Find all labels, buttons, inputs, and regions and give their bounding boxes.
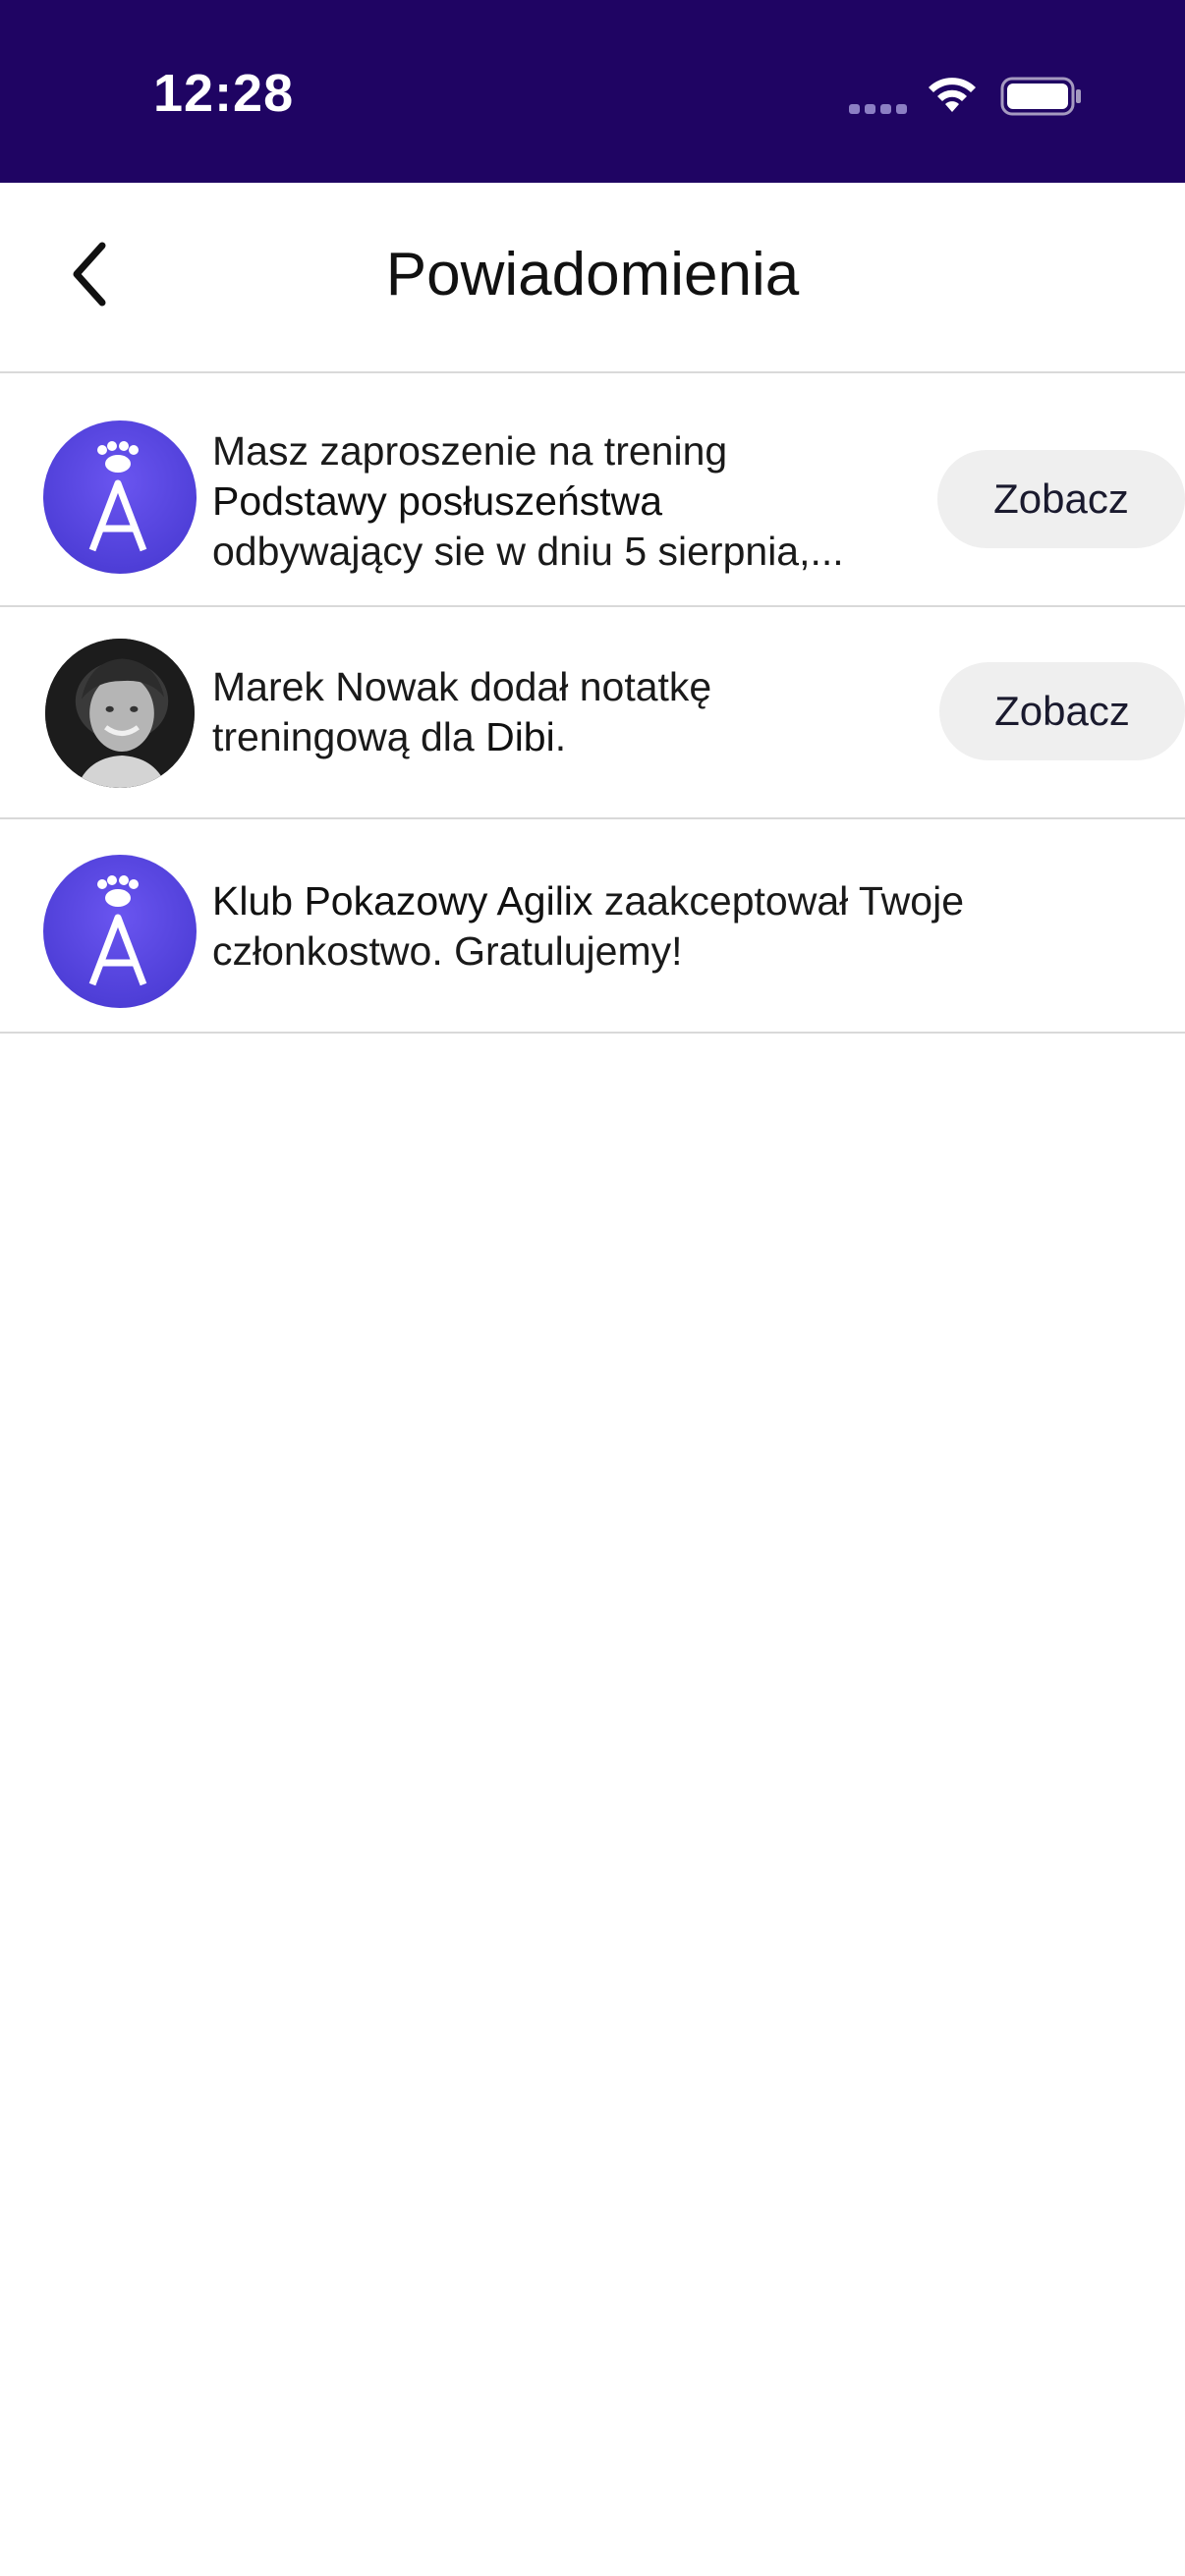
notification-text-part: . (554, 714, 567, 759)
notification-text-part: treningową dla (212, 714, 475, 759)
wifi-icon (929, 78, 976, 112)
notification-line: treningową dla Dibi. (212, 712, 711, 762)
notification-list: Masz zaproszenie na trening Podstawy pos… (0, 373, 1185, 1034)
notification-item[interactable]: Klub Pokazowy Agilix zaakceptował Twoje … (0, 819, 1185, 1034)
training-name: Podstawy posłuszeństwa (212, 478, 663, 524)
brand-logo-avatar (43, 855, 197, 1008)
battery-icon (1000, 77, 1081, 116)
dog-name: Dibi (485, 714, 555, 759)
user-photo-icon (45, 639, 195, 788)
notification-text-part: zaakceptował Twoje (592, 878, 964, 924)
status-time: 12:28 (153, 64, 295, 123)
page-title: Powiadomienia (385, 241, 800, 308)
notification-text: Klub Pokazowy Agilix zaakceptował Twoje … (212, 876, 964, 977)
notification-line: członkostwo. Gratulujemy! (212, 928, 683, 974)
notification-line: Klub Pokazowy Agilix zaakceptował Twoje (212, 876, 964, 926)
nav-bar: Powiadomienia (0, 183, 1185, 373)
notification-text: Marek Nowak dodał notatkę treningową dla… (212, 662, 711, 762)
notification-item[interactable]: Marek Nowak dodał notatkę treningową dla… (0, 607, 1185, 819)
brand-logo-icon (88, 875, 147, 986)
notification-item[interactable]: Masz zaproszenie na trening Podstawy pos… (0, 373, 1185, 607)
notification-line: odbywający sie w dniu 5 sierpnia,... (212, 529, 844, 574)
brand-logo-icon (88, 441, 147, 552)
notification-text: Masz zaproszenie na trening Podstawy pos… (212, 426, 844, 577)
brand-logo-avatar (43, 420, 197, 574)
signal-icon (849, 104, 907, 114)
notification-line: Marek Nowak dodał notatkę (212, 664, 712, 709)
view-button[interactable]: Zobacz (937, 450, 1185, 548)
view-button[interactable]: Zobacz (939, 662, 1185, 760)
club-name: Klub Pokazowy Agilix (212, 878, 593, 924)
status-bar: 12:28 (0, 0, 1185, 183)
user-avatar (45, 639, 195, 788)
notification-line: Masz zaproszenie na trening (212, 428, 728, 474)
